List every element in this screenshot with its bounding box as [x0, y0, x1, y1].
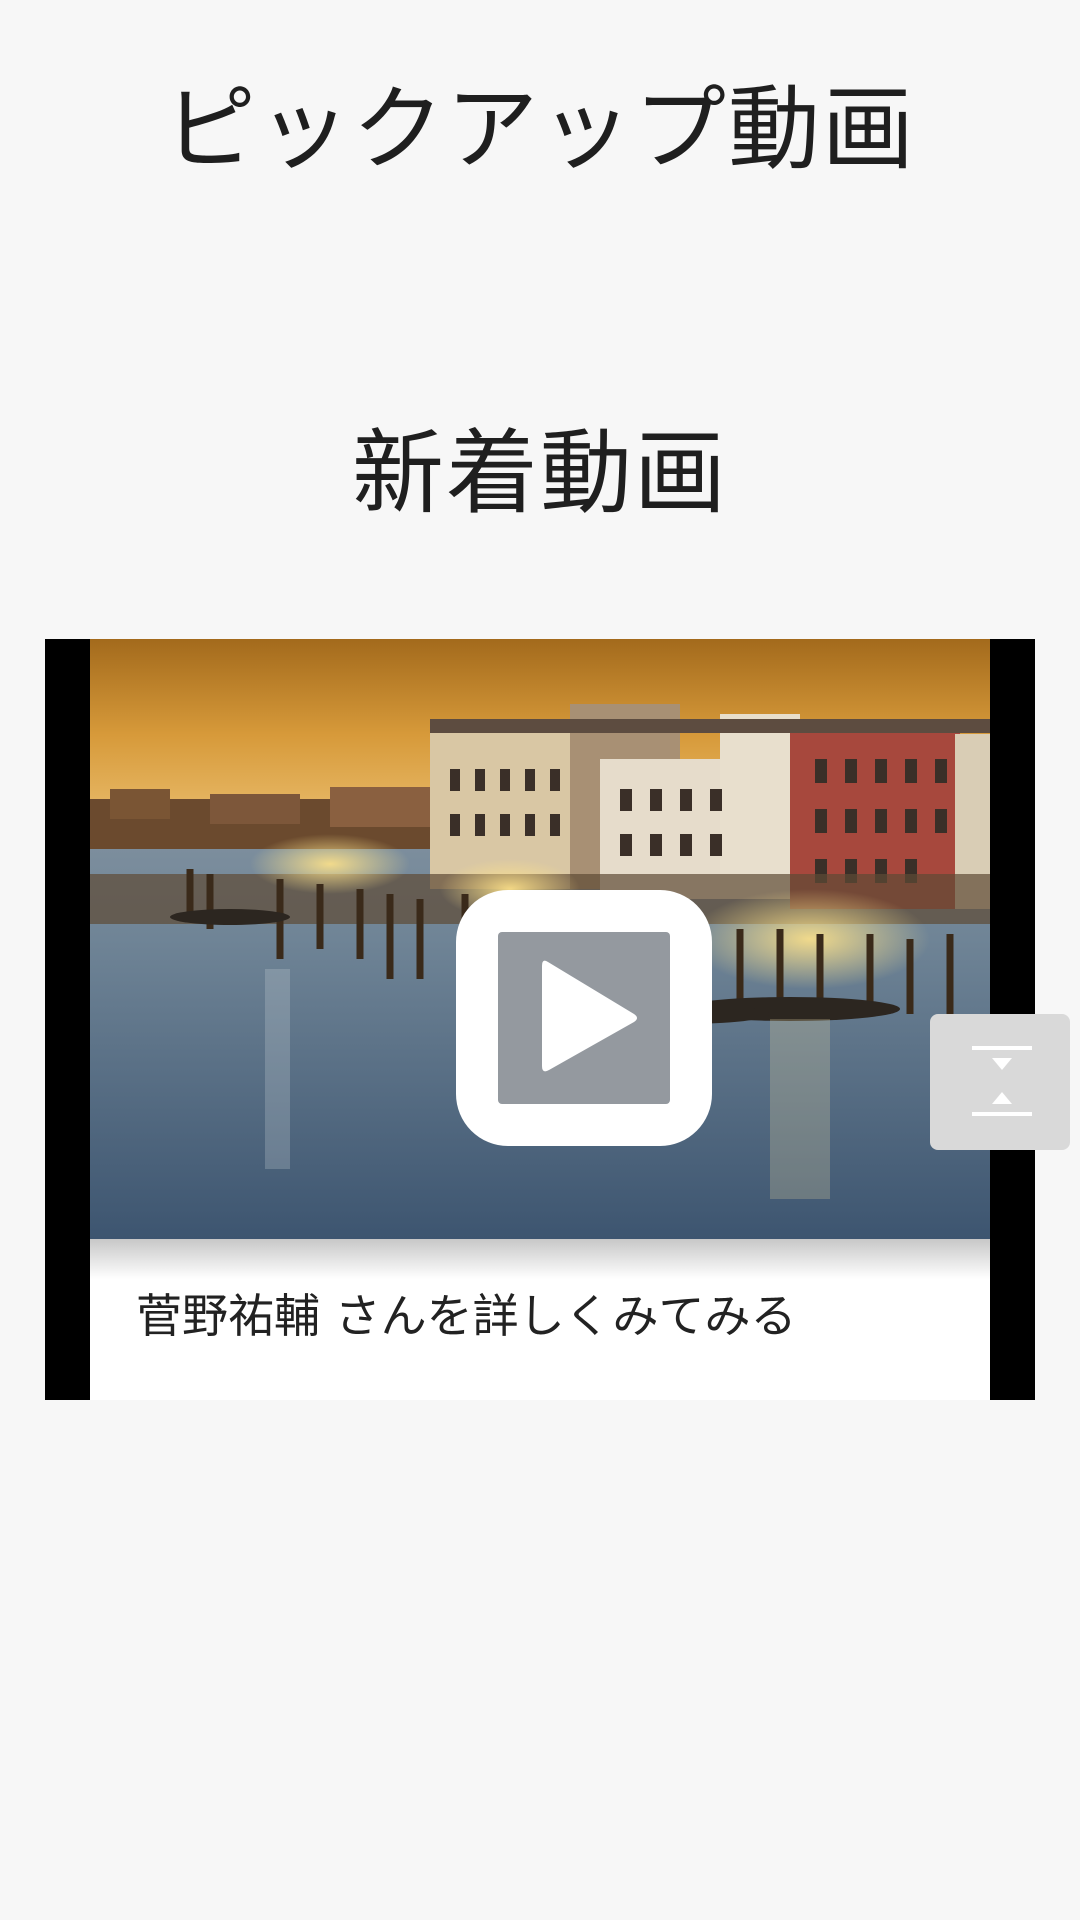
new-videos-title: 新着動画: [351, 420, 728, 527]
play-button[interactable]: [456, 890, 712, 1146]
video-card[interactable]: 菅野祐輔 さんを詳しくみてみる: [45, 639, 1035, 1400]
play-icon: [542, 960, 637, 1072]
thumbnail-shadow: [90, 1239, 990, 1279]
video-card-inner[interactable]: 菅野祐輔 さんを詳しくみてみる: [90, 639, 990, 1400]
scroll-top-bottom-icon: [972, 1046, 1032, 1116]
video-caption-link[interactable]: 菅野祐輔 さんを詳しくみてみる: [136, 1289, 796, 1344]
pickup-videos-title: ピックアップ動画: [163, 76, 916, 183]
scroll-top-bottom-button[interactable]: [930, 1014, 1070, 1150]
